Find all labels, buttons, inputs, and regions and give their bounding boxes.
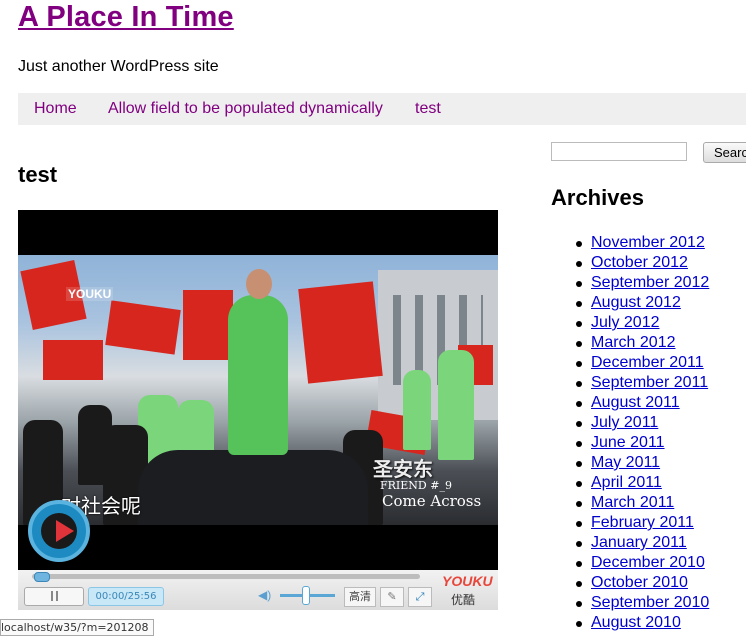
flag: [43, 340, 103, 380]
status-bar-url: localhost/w35/?m=201208: [0, 619, 154, 636]
show-watermark-sub: FRIEND #_9: [380, 479, 452, 492]
man-head: [246, 269, 272, 299]
video-frame[interactable]: YOUKU 圣安东 FRIEND #_9 Come Across 对社会呢: [18, 255, 498, 562]
nav-item-home[interactable]: Home: [34, 100, 77, 118]
archive-link[interactable]: July 2011: [591, 413, 658, 433]
pause-button[interactable]: [24, 587, 84, 606]
flag: [105, 300, 181, 355]
quality-button[interactable]: 高清: [344, 587, 376, 607]
archive-link[interactable]: August 2010: [591, 613, 681, 633]
show-watermark-title: 圣安东: [373, 459, 433, 481]
archive-link[interactable]: November 2012: [591, 233, 705, 253]
crowd-person: [438, 350, 474, 460]
volume-handle[interactable]: [302, 586, 310, 605]
car-roof: [138, 450, 368, 525]
nav-item-test[interactable]: test: [415, 100, 441, 118]
archive-link[interactable]: August 2012: [591, 293, 681, 313]
seek-handle[interactable]: [34, 572, 50, 582]
archive-link[interactable]: March 2011: [591, 493, 674, 513]
archive-link[interactable]: April 2011: [591, 473, 662, 493]
man-in-green-suit: [228, 295, 288, 455]
flag: [298, 281, 383, 384]
volume-icon[interactable]: ◀): [258, 588, 271, 602]
fullscreen-icon[interactable]: ⤢: [408, 587, 432, 607]
flag: [183, 290, 233, 360]
time-display: 00:00/25:56: [88, 587, 164, 606]
archive-link[interactable]: October 2010: [591, 573, 688, 593]
archive-link[interactable]: October 2012: [591, 253, 688, 273]
youku-watermark-logo: YOUKU: [66, 287, 114, 301]
crowd-person: [403, 370, 431, 450]
archive-link[interactable]: August 2011: [591, 393, 680, 413]
search-button[interactable]: Search: [703, 142, 746, 163]
archive-link[interactable]: June 2011: [591, 433, 665, 453]
archive-link[interactable]: September 2010: [591, 593, 709, 613]
show-watermark-en: Come Across: [382, 492, 482, 510]
main-navigation: Home Allow field to be populated dynamic…: [18, 93, 746, 125]
archive-link[interactable]: December 2010: [591, 553, 705, 573]
seek-bar[interactable]: [32, 574, 420, 579]
archive-link[interactable]: January 2011: [591, 533, 687, 553]
archive-link[interactable]: February 2011: [591, 513, 694, 533]
archive-link[interactable]: September 2012: [591, 273, 709, 293]
player-controls: 00:00/25:56 ◀) 高清 ✎ ⤢ YOUKU 优酷: [18, 570, 498, 610]
archive-link[interactable]: March 2012: [591, 333, 676, 353]
play-icon[interactable]: [28, 500, 90, 562]
video-player[interactable]: YOUKU 圣安东 FRIEND #_9 Come Across 对社会呢 00…: [18, 210, 498, 610]
search-input[interactable]: [551, 142, 687, 161]
post-title: test: [18, 162, 58, 187]
archives-heading: Archives: [551, 185, 644, 210]
archive-link[interactable]: September 2011: [591, 373, 708, 393]
archive-link[interactable]: May 2011: [591, 453, 660, 473]
youku-brand-logo[interactable]: YOUKU: [442, 573, 493, 589]
archive-link[interactable]: July 2012: [591, 313, 660, 333]
nav-item-allow-field[interactable]: Allow field to be populated dynamically: [108, 100, 383, 118]
site-title[interactable]: A Place In Time: [18, 0, 234, 34]
archive-link[interactable]: December 2011: [591, 353, 704, 373]
settings-wrench-icon[interactable]: ✎: [380, 587, 404, 607]
site-tagline: Just another WordPress site: [18, 58, 219, 75]
youku-brand-cn: 优酷: [451, 593, 476, 607]
